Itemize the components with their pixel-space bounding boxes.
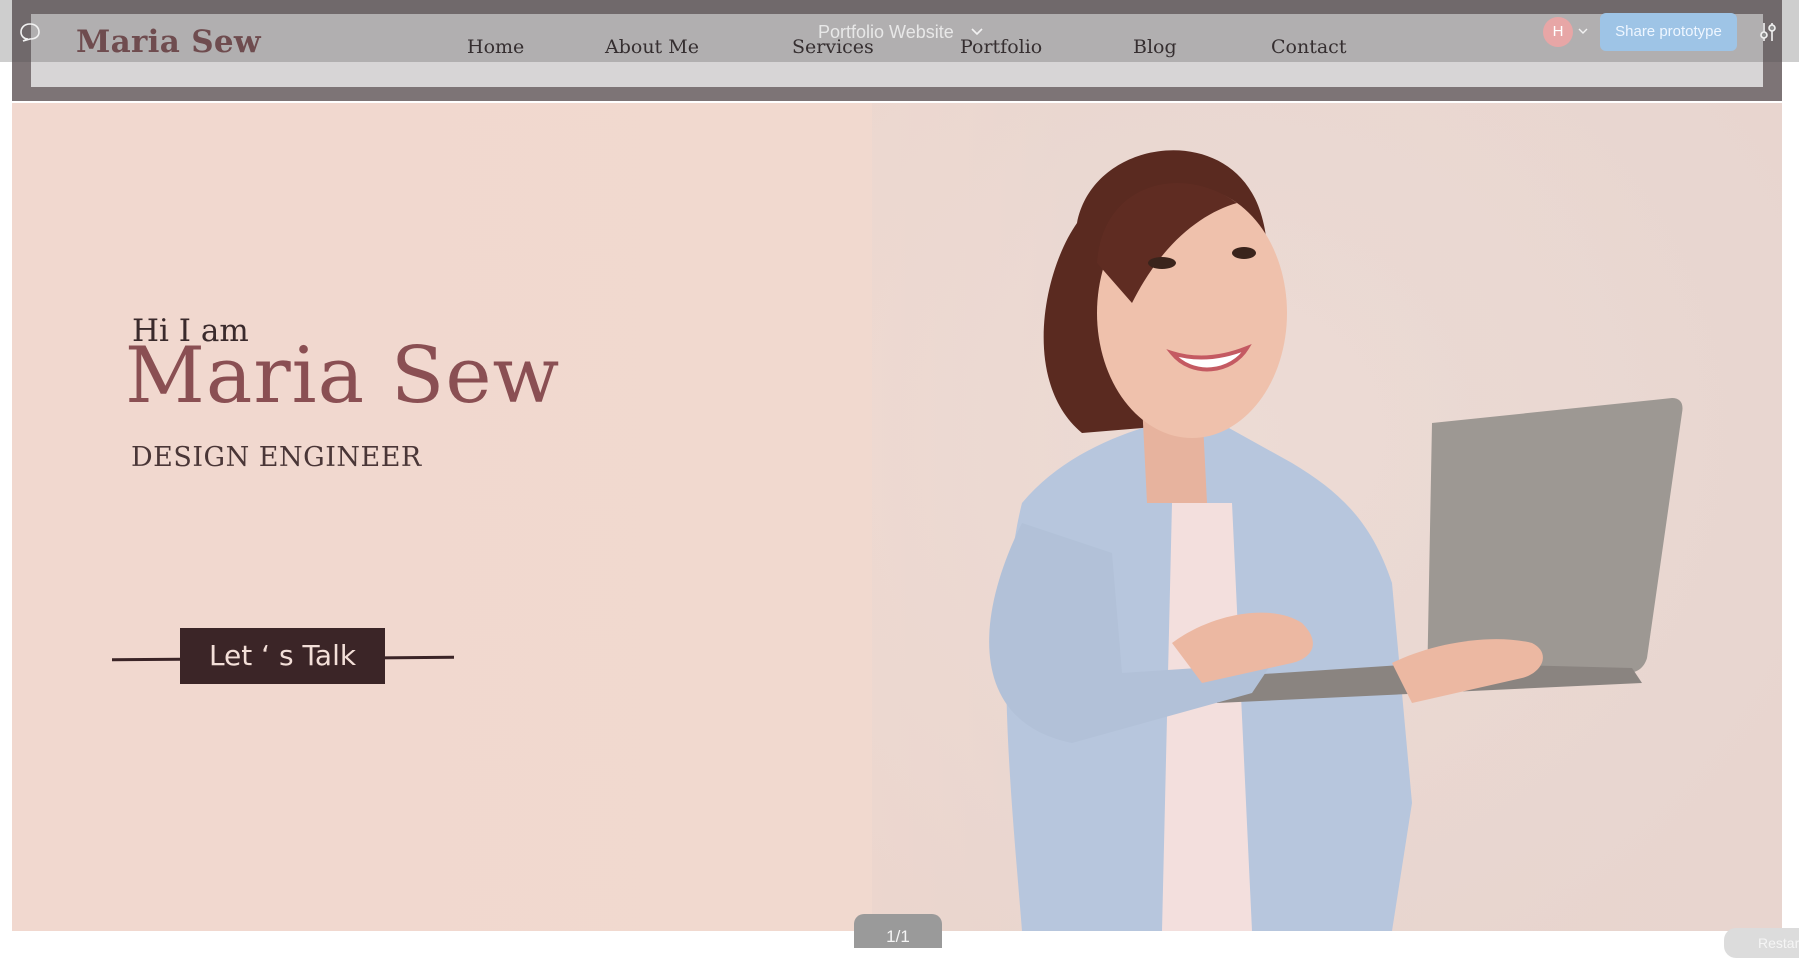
hero-portrait-image bbox=[872, 103, 1782, 931]
nav-link-blog[interactable]: Blog bbox=[1133, 36, 1177, 58]
file-title[interactable]: Portfolio Website bbox=[818, 22, 954, 43]
share-prototype-button[interactable]: Share prototype bbox=[1600, 13, 1737, 51]
user-avatar[interactable]: H bbox=[1543, 17, 1573, 47]
hero-role: DESIGN ENGINEER bbox=[131, 442, 422, 473]
nav-link-contact[interactable]: Contact bbox=[1271, 36, 1346, 58]
lets-talk-button[interactable]: Let ‘ s Talk bbox=[180, 628, 385, 684]
nav-link-portfolio[interactable]: Portfolio bbox=[960, 36, 1042, 58]
hero-name: Maria Sew bbox=[125, 331, 561, 421]
settings-sliders-icon[interactable] bbox=[1756, 20, 1780, 44]
chevron-down-icon[interactable] bbox=[1578, 26, 1588, 36]
restart-button[interactable]: Restart bbox=[1724, 928, 1799, 958]
hero-section: Hi I am Maria Sew DESIGN ENGINEER Let ‘ … bbox=[12, 103, 1782, 931]
restart-label: Restart bbox=[1758, 935, 1799, 951]
page-counter: 1/1 bbox=[854, 914, 942, 948]
comment-icon[interactable] bbox=[19, 22, 41, 42]
nav-link-about-me[interactable]: About Me bbox=[605, 36, 699, 58]
nav-link-home[interactable]: Home bbox=[467, 36, 524, 58]
site-brand-logo[interactable]: Maria Sew bbox=[76, 24, 261, 60]
chevron-down-icon[interactable] bbox=[970, 24, 984, 38]
